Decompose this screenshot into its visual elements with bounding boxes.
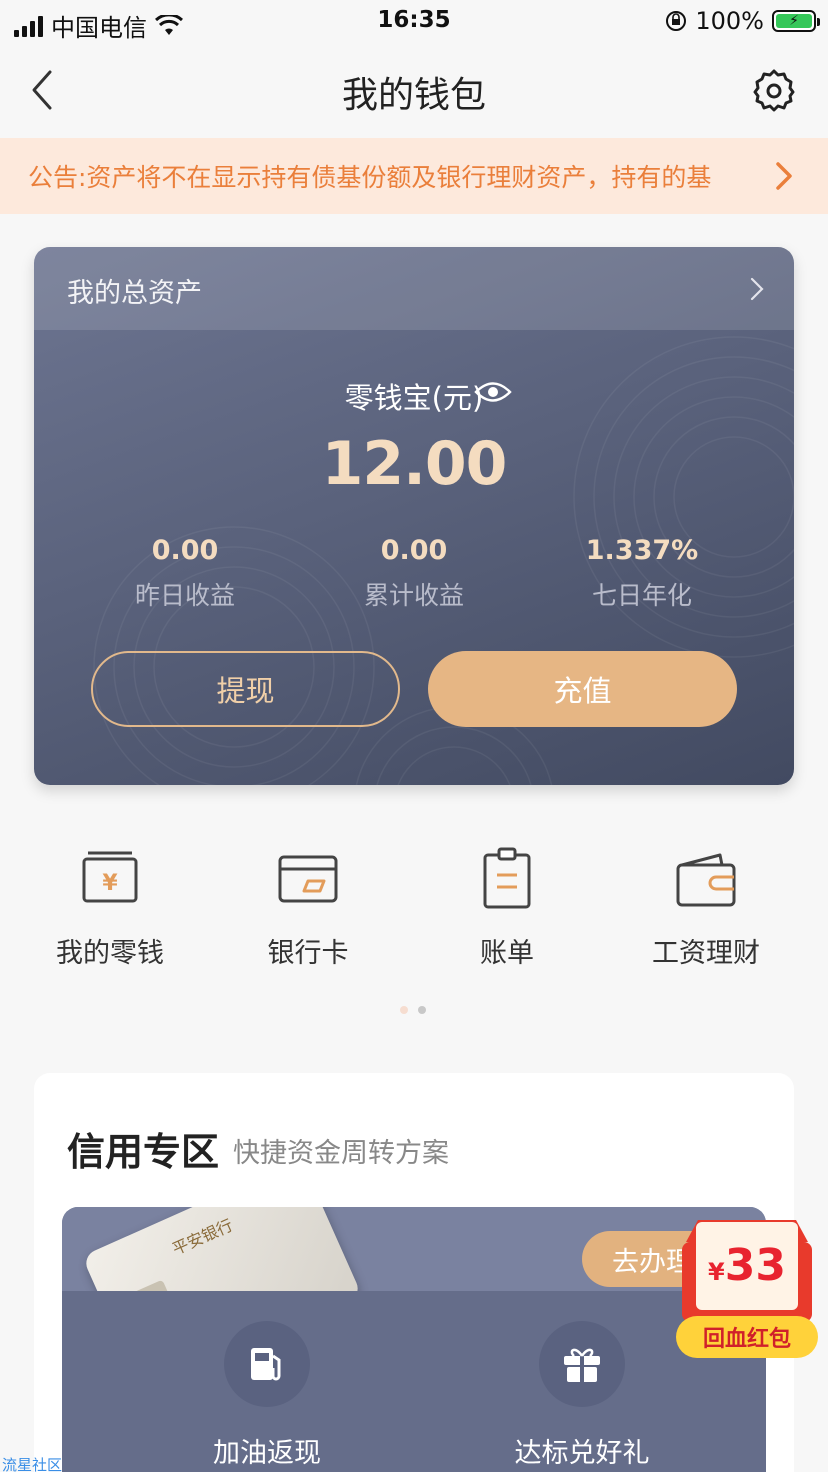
stat-yesterday: 0.00 昨日收益	[85, 535, 285, 612]
stat-label: 昨日收益	[134, 581, 235, 610]
card-header-title: 我的总资产	[67, 278, 202, 309]
stat-seven-day-yield: 1.337% 七日年化	[542, 535, 742, 612]
feature-icon-bg	[539, 1321, 625, 1407]
bank-card-icon	[278, 855, 338, 903]
quick-item-label: 账单	[480, 938, 534, 969]
credit-zone-title: 信用专区	[67, 1130, 220, 1174]
stat-value: 0.00	[151, 535, 219, 566]
stat-cumulative: 0.00 累计收益	[314, 535, 514, 612]
credit-card-panel[interactable]: 平安银行 去办理 加油返现 达标兑好礼	[62, 1207, 766, 1472]
red-packet-value: 33	[724, 1240, 786, 1291]
page-title: 我的钱包	[341, 75, 486, 116]
quick-menu: ¥ 我的零钱 银行卡 账单 工资理财	[0, 845, 828, 985]
settings-gear-icon[interactable]	[752, 68, 796, 112]
gift-icon	[564, 1348, 600, 1382]
salary-wallet-icon	[676, 853, 736, 907]
balance-amount: 12.00	[321, 429, 508, 499]
page-dot	[400, 1006, 408, 1014]
nav-bar: 我的钱包	[0, 42, 828, 138]
red-packet-label: 回血红包	[676, 1316, 818, 1358]
total-assets-card: 我的总资产 零钱宝(元) 12.00 0.00 昨日收益 0.00 累计收益 1…	[34, 247, 794, 785]
status-bar: 中国电信 16:35 100% ⚡	[0, 0, 828, 42]
feature-fuel-cashback[interactable]: 加油返现	[157, 1321, 377, 1470]
battery-percent: 100%	[695, 7, 764, 35]
announcement-text: 公告:资产将不在显示持有债基份额及银行理财资产，持有的基	[28, 163, 712, 192]
red-packet-amount: ¥33	[708, 1240, 786, 1291]
bill-clipboard-icon	[483, 847, 531, 909]
stat-label: 七日年化	[591, 581, 692, 610]
feature-label: 达标兑好礼	[514, 1438, 650, 1469]
battery-icon: ⚡	[772, 10, 820, 32]
quick-item-salary-finance[interactable]: 工资理财	[606, 845, 806, 970]
currency-symbol: ¥	[708, 1258, 725, 1286]
feature-gift-reward[interactable]: 达标兑好礼	[472, 1321, 692, 1470]
quick-item-label: 银行卡	[267, 938, 349, 969]
chevron-right-icon	[750, 277, 764, 301]
quick-item-label: 工资理财	[652, 938, 760, 969]
svg-text:¥: ¥	[102, 871, 118, 896]
quick-item-label: 我的零钱	[56, 938, 164, 969]
quick-item-my-change[interactable]: ¥ 我的零钱	[10, 845, 210, 970]
product-label: 零钱宝(元)	[344, 381, 484, 415]
announcement-bar[interactable]: 公告:资产将不在显示持有债基份额及银行理财资产，持有的基	[0, 138, 828, 214]
page-indicator	[400, 1006, 426, 1014]
bank-card-name: 平安银行	[169, 1215, 236, 1259]
feature-label: 加油返现	[213, 1438, 321, 1469]
credit-zone-subtitle: 快捷资金周转方案	[233, 1138, 449, 1169]
stat-label: 累计收益	[363, 581, 464, 610]
fuel-pump-icon	[251, 1348, 281, 1381]
chevron-right-icon	[776, 162, 792, 190]
stat-value: 0.00	[380, 535, 448, 566]
stat-value: 1.337%	[585, 535, 699, 566]
rotation-lock-icon	[666, 11, 687, 31]
quick-item-bill[interactable]: 账单	[407, 845, 607, 970]
withdraw-button[interactable]: 提现	[91, 651, 400, 727]
wallet-yen-icon: ¥	[82, 851, 138, 903]
quick-item-bank-card[interactable]: 银行卡	[208, 845, 408, 970]
feature-icon-bg	[224, 1321, 310, 1407]
eye-icon[interactable]	[474, 379, 512, 405]
card-header[interactable]: 我的总资产	[34, 247, 794, 330]
watermark: 流星社区	[2, 1456, 63, 1472]
page-dot-active	[418, 1006, 426, 1014]
red-packet-badge[interactable]: ¥33 回血红包	[672, 1212, 822, 1362]
status-right: 100% ⚡	[665, 7, 820, 35]
recharge-button[interactable]: 充值	[428, 651, 737, 727]
